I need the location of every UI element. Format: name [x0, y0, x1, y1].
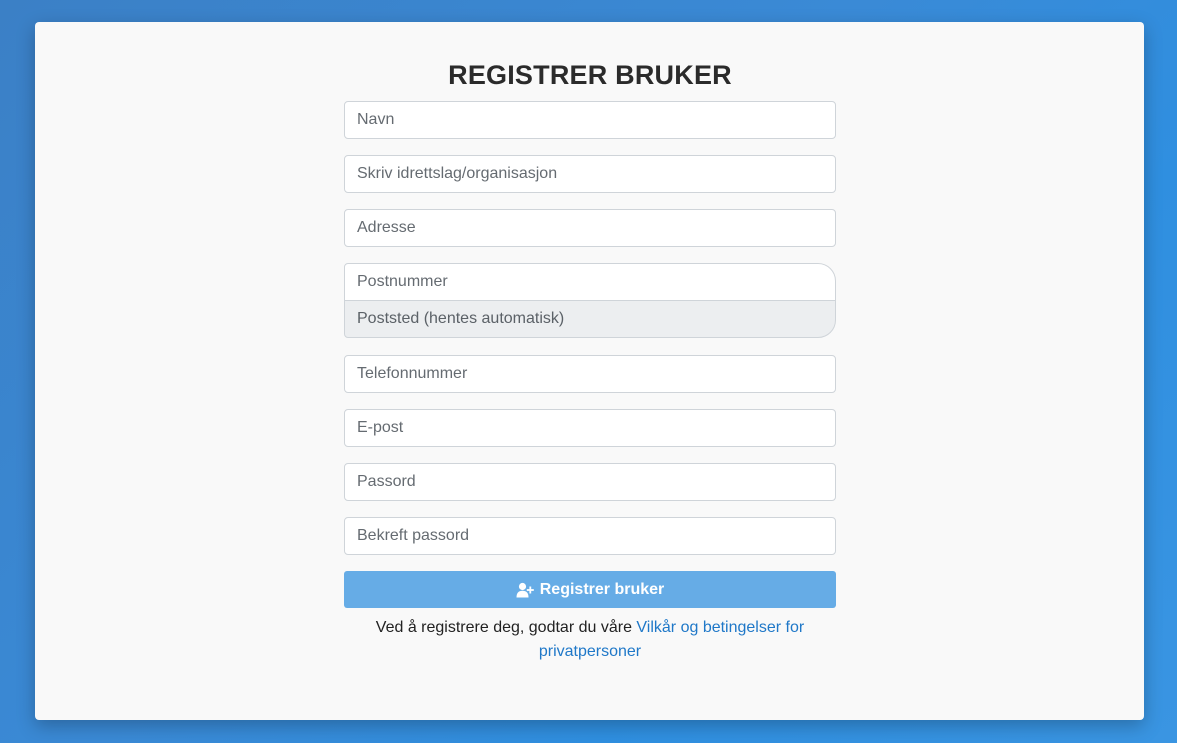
organization-input[interactable]	[344, 155, 836, 193]
address-input[interactable]	[344, 209, 836, 247]
user-plus-icon	[516, 582, 534, 598]
phone-input[interactable]	[344, 355, 836, 393]
name-input[interactable]	[344, 101, 836, 139]
page-title: REGISTRER BRUKER	[448, 60, 732, 90]
register-button-label: Registrer bruker	[539, 580, 665, 598]
confirm-password-input[interactable]	[344, 517, 836, 555]
password-input[interactable]	[344, 463, 836, 501]
city-input	[344, 300, 836, 338]
register-button[interactable]: Registrer bruker	[344, 571, 836, 608]
postal-code-input[interactable]	[344, 263, 836, 301]
email-input[interactable]	[344, 409, 836, 447]
terms-text: Ved å registrere deg, godtar du våre	[375, 619, 637, 636]
terms-notice: Ved å registrere deg, godtar du våre Vil…	[344, 616, 836, 664]
registration-card: REGISTRER BRUKER Registrer bruker Ved å …	[35, 22, 1144, 720]
